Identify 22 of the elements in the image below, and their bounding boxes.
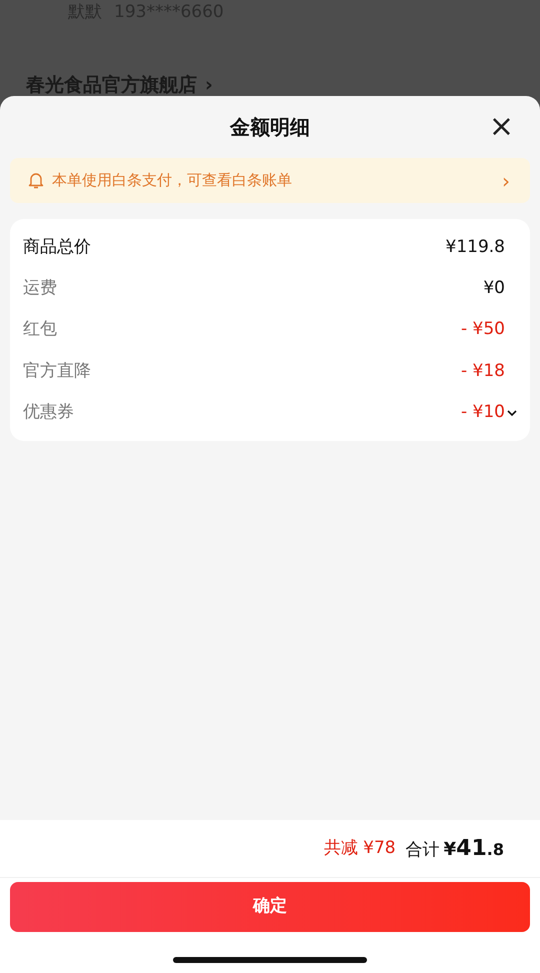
sheet-title: 金额明细: [230, 114, 310, 141]
row-label: 红包: [23, 318, 57, 342]
close-button[interactable]: ×: [484, 110, 518, 144]
row-label: 官方直降: [23, 360, 91, 383]
row-label: 商品总价: [23, 236, 91, 259]
bell-icon: [28, 172, 44, 189]
row-amount: - ¥50: [461, 318, 505, 342]
row-label: 优惠券: [23, 401, 74, 424]
confirm-button[interactable]: 确定: [10, 882, 530, 932]
notice-text: 本单使用白条支付，可查看白条账单: [52, 170, 293, 192]
row-amount: - ¥18: [461, 360, 505, 383]
row-label: 运费: [23, 277, 57, 300]
total-amount: ¥41.8: [444, 835, 504, 863]
chevron-down-icon[interactable]: [506, 408, 518, 417]
chevron-icon: ›: [502, 170, 510, 190]
total-label: 合计: [406, 839, 440, 862]
notice-banner[interactable]: 本单使用白条支付，可查看白条账单 ›: [10, 158, 530, 203]
row-amount: ¥0: [483, 277, 505, 300]
saving-text: 共减 ¥78: [324, 836, 396, 860]
row-amount: - ¥10: [461, 401, 505, 424]
row-amount: ¥119.8: [446, 236, 505, 259]
chevron-icon[interactable]: ›: [205, 72, 213, 98]
